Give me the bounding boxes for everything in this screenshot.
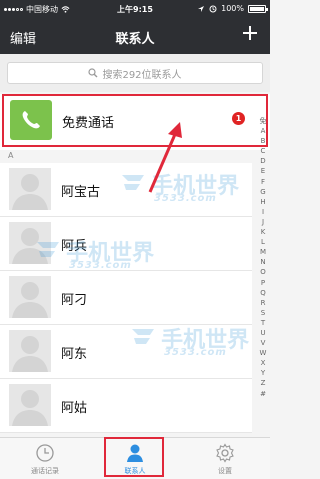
index-letter[interactable]: Q <box>257 288 269 298</box>
index-letter[interactable]: G <box>257 187 269 197</box>
nav-bar: 编辑 联系人 <box>0 18 270 54</box>
index-letter[interactable]: Y <box>257 368 269 378</box>
index-letter[interactable]: X <box>257 358 269 368</box>
avatar <box>9 222 51 264</box>
index-letter[interactable]: F <box>257 177 269 187</box>
index-letter[interactable]: K <box>257 227 269 237</box>
list-item[interactable]: 阿东 <box>0 325 252 379</box>
index-letter[interactable]: L <box>257 237 269 247</box>
index-letter[interactable]: R <box>257 298 269 308</box>
battery-label: 100% <box>221 4 244 13</box>
index-letter[interactable]: W <box>257 348 269 358</box>
index-letter[interactable]: P <box>257 278 269 288</box>
alarm-icon <box>209 5 217 12</box>
tab-call-log[interactable]: 通话记录 <box>0 438 90 479</box>
list-item[interactable]: 阿姑 <box>0 379 252 433</box>
section-header: A <box>8 151 14 160</box>
tab-settings[interactable]: 设置 <box>180 438 270 479</box>
search-area: 搜索292位联系人 <box>0 54 270 92</box>
index-letter[interactable]: B <box>257 136 269 146</box>
tab-contacts[interactable]: 联系人 <box>90 438 180 479</box>
free-call-row[interactable]: 免费通话 1 <box>0 94 270 150</box>
contact-name: 阿姑 <box>61 401 88 416</box>
alphabet-index[interactable]: 免 A B C D E F G H I J K L M N O P Q R S T U V W X Y Z # <box>257 116 269 399</box>
tab-bar: 通话记录 联系人 设置 <box>0 437 270 479</box>
index-letter[interactable]: M <box>257 247 269 257</box>
index-letter[interactable]: D <box>257 156 269 166</box>
index-letter[interactable]: O <box>257 267 269 277</box>
index-letter[interactable]: S <box>257 308 269 318</box>
plus-icon[interactable] <box>242 25 258 41</box>
avatar <box>9 330 51 372</box>
list-item[interactable]: 阿兵 <box>0 217 252 271</box>
edit-button[interactable]: 编辑 <box>10 28 36 47</box>
tab-label: 联系人 <box>124 467 146 475</box>
index-letter[interactable]: C <box>257 146 269 156</box>
search-icon <box>88 68 98 78</box>
index-letter[interactable]: N <box>257 257 269 267</box>
index-letter[interactable]: V <box>257 338 269 348</box>
list-item[interactable]: 阿刁 <box>0 271 252 325</box>
tab-label: 设置 <box>218 467 232 475</box>
index-letter[interactable]: T <box>257 318 269 328</box>
list-item[interactable]: 阿宝古 <box>0 163 252 217</box>
phone-icon <box>10 100 52 140</box>
gear-icon <box>216 443 234 463</box>
status-bar: 中国移动 上午9:15 100% <box>0 0 270 18</box>
index-letter[interactable]: J <box>257 217 269 227</box>
location-icon <box>198 5 205 12</box>
index-letter[interactable]: I <box>257 207 269 217</box>
tab-label: 通话记录 <box>31 467 59 475</box>
index-letter[interactable]: A <box>257 126 269 136</box>
index-letter[interactable]: H <box>257 197 269 207</box>
avatar <box>9 384 51 426</box>
search-input[interactable]: 搜索292位联系人 <box>7 62 263 84</box>
unread-badge: 1 <box>232 112 245 125</box>
contact-name: 阿兵 <box>61 239 88 254</box>
page-title: 联系人 <box>115 32 155 47</box>
contact-name: 阿东 <box>61 347 88 362</box>
contact-name: 阿宝古 <box>61 185 101 200</box>
clock-icon <box>36 444 54 462</box>
index-letter[interactable]: Z <box>257 378 269 388</box>
search-placeholder: 搜索292位联系人 <box>102 69 182 81</box>
free-call-label: 免费通话 <box>62 116 115 131</box>
avatar <box>9 276 51 318</box>
contact-name: 阿刁 <box>61 293 88 308</box>
index-letter[interactable]: U <box>257 328 269 338</box>
index-letter[interactable]: # <box>257 389 269 399</box>
avatar <box>9 168 51 210</box>
index-letter[interactable]: 免 <box>257 116 269 126</box>
person-icon <box>127 444 143 462</box>
index-letter[interactable]: E <box>257 166 269 176</box>
battery-icon <box>248 4 268 13</box>
